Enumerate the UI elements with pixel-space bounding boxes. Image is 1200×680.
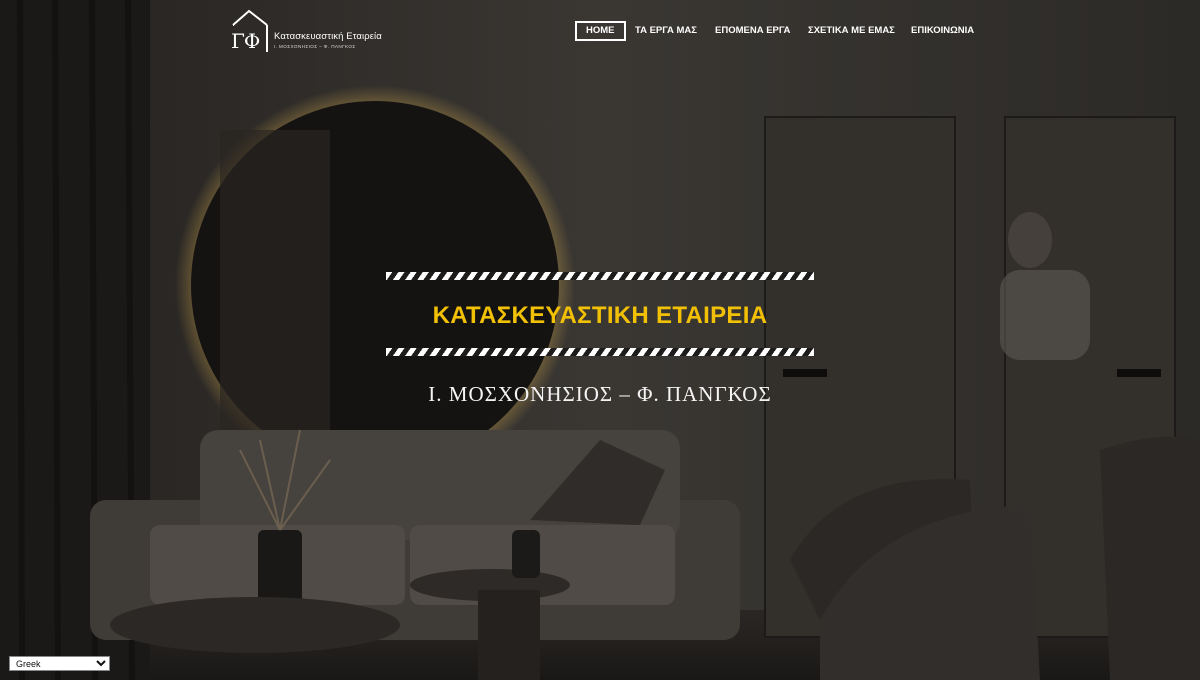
hero-background-image (0, 0, 1200, 680)
hero-title: ΚΑΤΑΣΚΕΥΑΣΤΙΚΗ ΕΤΑΙΡΕΙΑ (432, 302, 768, 329)
hero-section (0, 0, 1200, 680)
nav-our-projects[interactable]: ΤΑ ΕΡΓΑ ΜΑΣ (635, 21, 697, 41)
hazard-stripe-bottom (386, 348, 814, 356)
nav-upcoming-projects[interactable]: ΕΠΟΜΕΝΑ ΕΡΓΑ (715, 21, 790, 41)
hero-subtitle: Ι. ΜΟΣΧΟΝΗΣΙΟΣ – Φ. ΠΑΝΓΚΟΣ (428, 382, 772, 406)
nav-contact[interactable]: ΕΠΙΚΟΙΝΩΝΙΑ (911, 21, 974, 41)
language-select[interactable]: Greek (9, 656, 110, 671)
hazard-stripe-top (386, 272, 814, 280)
logo-subtitle: Ι. ΜΟΣΧΟΝΗΣΙΟΣ – Φ. ΠΑΝΓΚΟΣ (274, 44, 356, 49)
site-logo[interactable]: ΓΦ Κατασκευαστική Εταιρεία Ι. ΜΟΣΧΟΝΗΣΙΟ… (229, 8, 382, 54)
nav-home[interactable]: HOME (575, 21, 626, 41)
logo-title: Κατασκευαστική Εταιρεία (274, 31, 382, 42)
logo-monogram: ΓΦ (231, 29, 260, 53)
nav-about-us[interactable]: ΣΧΕΤΙΚΑ ΜΕ ΕΜΑΣ (808, 21, 895, 41)
